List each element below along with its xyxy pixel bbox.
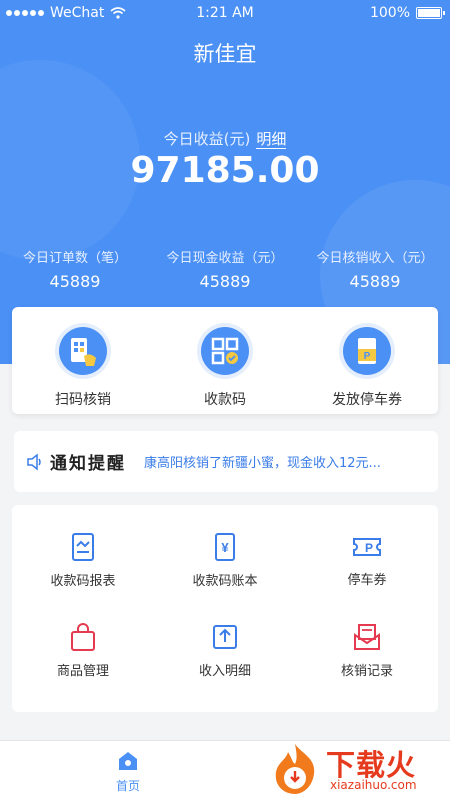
stat-value: 45889: [349, 272, 401, 291]
grid-item-label: 收入明细: [198, 663, 251, 679]
tab-home-label: 首页: [115, 779, 140, 793]
quick-actions-card: 扫码核销 收款码 P 发放停车券: [12, 307, 438, 414]
feature-grid: 收款码报表 ¥ 收款码账本 P 停车券 商品管理 收入明细 核销记录: [12, 505, 438, 712]
income-detail-button[interactable]: 收入明细: [154, 605, 296, 695]
grid-item-label: 停车券: [347, 572, 387, 588]
quick-action-label: 收款码: [204, 392, 246, 408]
icon-circle: [55, 323, 111, 379]
qr-code-icon: [211, 337, 239, 365]
stat-label: 今日现金收益（元）: [166, 251, 284, 266]
stat-cash: 今日现金收益（元） 45889: [150, 247, 300, 291]
icon-circle: P: [339, 323, 395, 379]
shopping-bag-icon: [71, 622, 95, 651]
icon-circle-inner: [59, 327, 107, 375]
grid-item-label: 核销记录: [340, 663, 393, 679]
scan-verify-icon: [71, 338, 96, 366]
status-bar: WeChat 1:21 AM 100%: [0, 0, 450, 26]
stat-verify: 今日核销收入（元） 45889: [300, 247, 450, 291]
quick-action-label: 发放停车券: [332, 392, 402, 408]
watermark-logo: 下载火 xiazaihuo.com: [262, 736, 448, 798]
grid-item-label: 商品管理: [56, 663, 109, 679]
qr-code-button[interactable]: 收款码: [154, 307, 296, 414]
ledger-icon: ¥: [215, 532, 235, 561]
tab-home[interactable]: 首页: [98, 749, 158, 794]
svg-text:P: P: [364, 351, 371, 362]
flame-logo-icon: [275, 744, 315, 794]
notice-title: 通知提醒: [50, 454, 126, 474]
report-icon: [72, 532, 94, 561]
stat-label: 今日订单数（笔）: [22, 251, 127, 266]
grid-item-label: 收款码账本: [192, 573, 258, 589]
icon-circle-inner: P: [343, 327, 391, 375]
report-button[interactable]: 收款码报表: [12, 515, 154, 605]
product-management-button[interactable]: 商品管理: [12, 605, 154, 695]
stat-label: 今日核销收入（元）: [316, 251, 434, 266]
stat-value: 45889: [199, 272, 251, 291]
svg-text:¥: ¥: [221, 540, 229, 555]
stat-orders: 今日订单数（笔） 45889: [0, 247, 150, 291]
stat-value: 45889: [49, 272, 101, 291]
battery-icon: [416, 7, 445, 19]
verify-record-icon: [354, 623, 380, 650]
scan-verify-button[interactable]: 扫码核销: [12, 307, 154, 414]
issue-parking-ticket-button[interactable]: P 发放停车券: [296, 307, 438, 414]
stats-row: 今日订单数（笔） 45889 今日现金收益（元） 45889 今日核销收入（元）…: [0, 247, 450, 291]
home-icon: [119, 752, 137, 770]
ledger-button[interactable]: ¥ 收款码账本: [154, 515, 296, 605]
parking-coupon-button[interactable]: P 停车券: [296, 515, 438, 605]
notice-message: 康高阳核销了新疆小蜜，现金收入12元...: [144, 456, 381, 471]
verify-record-button[interactable]: 核销记录: [296, 605, 438, 695]
notice-bar[interactable]: 通知提醒 康高阳核销了新疆小蜜，现金收入12元...: [14, 431, 438, 492]
svg-text:P: P: [365, 541, 373, 555]
watermark-url: xiazaihuo.com: [330, 778, 417, 792]
icon-circle: [197, 323, 253, 379]
income-detail-icon: [213, 624, 237, 649]
earnings-label: 今日收益(元): [163, 130, 251, 148]
page-title: 新佳宜: [193, 42, 257, 66]
speaker-icon: [27, 452, 41, 471]
parking-ticket-icon: P: [358, 338, 376, 364]
icon-circle-inner: [201, 327, 249, 375]
earnings-value: 97185.00: [130, 150, 320, 191]
earnings-detail-link[interactable]: 明细: [256, 130, 287, 149]
grid-item-label: 收款码报表: [50, 573, 116, 589]
parking-coupon-icon: P: [353, 537, 381, 556]
earnings-label-row: 今日收益(元) 明细: [0, 128, 450, 149]
battery-percent: 100%: [369, 5, 410, 21]
quick-action-label: 扫码核销: [55, 392, 111, 408]
